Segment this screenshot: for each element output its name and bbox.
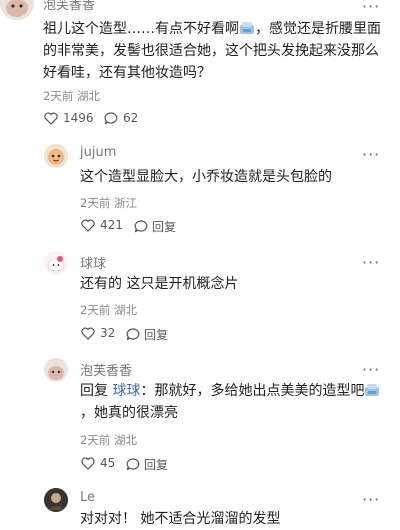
commenter-name[interactable]: Le [80, 490, 95, 505]
commenter-name[interactable]: 泡芙香香 [80, 360, 132, 379]
more-options-icon[interactable]: ··· [362, 147, 380, 163]
comment-time: 2天前 [43, 89, 74, 103]
avatar[interactable] [44, 358, 68, 382]
comment-time: 2天前 [80, 303, 111, 317]
reply-label: 回复 [144, 458, 169, 472]
reply-button[interactable]: 回复 [126, 326, 168, 343]
commenter-name[interactable]: 球球 [80, 253, 106, 272]
comment-text: 祖儿这个造型……有点不好看啊 ，感觉还是折腰里面的非常美，发髻也很适合她，这个把头… [43, 18, 388, 84]
more-options-icon[interactable]: ··· [362, 362, 380, 378]
comment-meta: 2天前 湖北 [43, 88, 100, 104]
like-button[interactable]: 1496 [44, 111, 94, 125]
like-count: 1496 [63, 111, 94, 125]
comment-text-part: ：那就好，多给她出点美美的造型吧 [140, 383, 365, 399]
avatar[interactable] [0, 0, 34, 20]
like-button[interactable]: 45 [81, 456, 115, 470]
comment-time: 2天前 [80, 196, 111, 210]
like-button[interactable]: 32 [81, 326, 115, 340]
like-button[interactable]: 421 [81, 218, 123, 232]
like-count: 45 [100, 456, 116, 470]
like-count: 421 [100, 218, 123, 232]
comment-text-part: 祖儿这个造型……有点不好看啊 [43, 21, 239, 37]
avatar[interactable] [44, 144, 68, 168]
comment-text: 这个造型显脸大，小乔妆造就是头包脸的 [80, 169, 332, 185]
avatar[interactable] [44, 488, 68, 512]
comment-meta: 2天前 湖北 [80, 432, 137, 448]
avatar[interactable] [44, 251, 68, 275]
comment-bubble-icon [134, 220, 148, 233]
comment-text-part: ，她真的很漂亮 [80, 405, 178, 421]
reply-count-button[interactable]: 62 [104, 111, 138, 125]
heart-icon [81, 326, 95, 340]
reply-label: 回复 [152, 220, 177, 234]
mention-link[interactable]: 球球 [112, 383, 140, 399]
comment-text: 对对对！ 她不适合光溜溜的发型 [80, 511, 281, 527]
comment-meta: 2天前 浙江 [80, 195, 137, 211]
comment-location: 湖北 [76, 89, 100, 103]
commenter-name[interactable]: jujum [80, 145, 116, 160]
more-options-icon[interactable]: ··· [362, 492, 380, 508]
comment-location: 湖北 [113, 303, 137, 317]
comment-bubble-icon [126, 328, 140, 341]
comment-time: 2天前 [80, 433, 111, 447]
more-options-icon[interactable]: ··· [362, 0, 380, 15]
emoji-icon [240, 22, 254, 34]
comment-bubble-icon [104, 111, 118, 124]
like-count: 32 [100, 326, 116, 340]
heart-icon [44, 111, 58, 125]
reply-label: 回复 [144, 328, 169, 342]
more-options-icon[interactable]: ··· [362, 255, 380, 271]
comment-text: 回复 球球：那就好，多给她出点美美的造型吧 ，她真的很漂亮 [80, 380, 390, 424]
reply-count: 62 [123, 111, 139, 125]
commenter-name[interactable]: 泡芙香香 [43, 0, 95, 13]
emoji-icon [365, 384, 380, 396]
heart-icon [81, 218, 95, 232]
comment-location: 湖北 [113, 433, 137, 447]
comment-text: 还有的 这只是开机概念片 [80, 276, 239, 292]
reply-prefix: 回复 [80, 383, 108, 399]
reply-button[interactable]: 回复 [126, 456, 168, 473]
comment-location: 浙江 [113, 196, 137, 210]
comment-bubble-icon [126, 458, 140, 471]
reply-button[interactable]: 回复 [134, 218, 176, 235]
heart-icon [81, 456, 95, 470]
comment-meta: 2天前 湖北 [80, 302, 137, 318]
